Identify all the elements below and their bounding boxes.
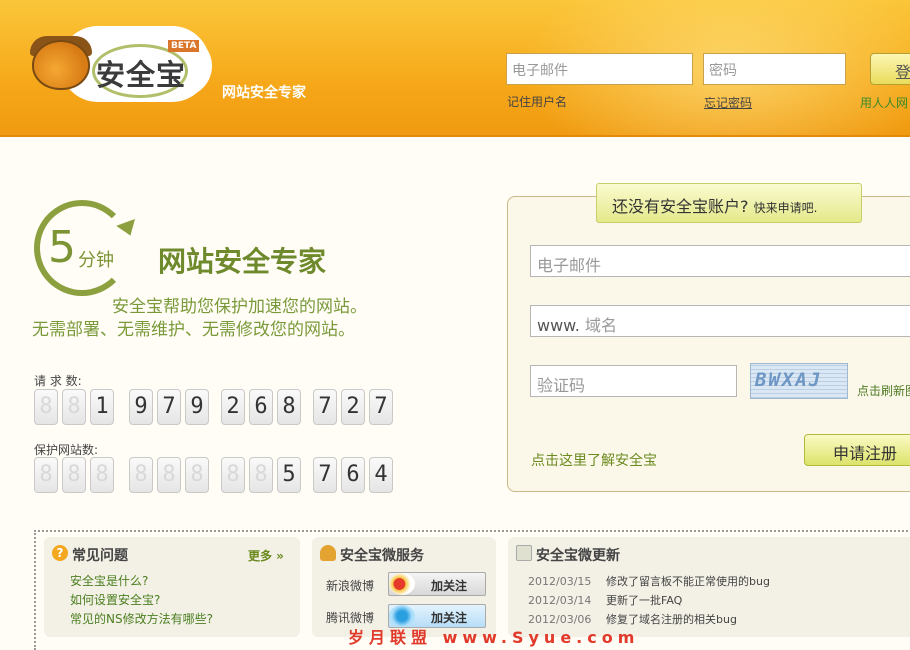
remember-label: 记住用户名 xyxy=(507,95,568,109)
register-email-input[interactable]: 电子邮件 xyxy=(530,245,910,277)
sina-weibo-label: 新浪微博 xyxy=(326,579,375,593)
sites-digit: 6 xyxy=(341,457,365,493)
sites-digit: 8 xyxy=(90,457,114,493)
sites-digit: 7 xyxy=(313,457,337,493)
sites-digit: 5 xyxy=(277,457,301,493)
question-icon: ? xyxy=(52,545,68,561)
faq-more-link[interactable]: 更多 » xyxy=(248,547,284,564)
sites-digit: 4 xyxy=(369,457,393,493)
hero-line-1: 安全宝帮助您保护加速您的网站。 xyxy=(112,297,367,317)
requests-digit: 2 xyxy=(221,389,245,425)
updates-box: 安全宝微更新 2012/03/15 修改了留言板不能正常使用的bug 2012/0… xyxy=(508,537,910,637)
follow-label: 加关注 xyxy=(431,579,468,593)
faq-item[interactable]: 如何设置安全宝? xyxy=(70,591,160,608)
refresh-captcha-link[interactable]: 点击刷新图 xyxy=(857,382,910,399)
faq-title: 常见问题 xyxy=(72,548,128,564)
header: 安全宝 BETA 网站安全专家 电子邮件 密码 登 记住用户名 忘记密码 用人人… xyxy=(0,0,910,137)
requests-digit: 8 xyxy=(34,389,58,425)
hero-title: 网站安全专家 xyxy=(158,245,327,278)
requests-label: 请 求 数: xyxy=(34,374,82,388)
login-email-input[interactable]: 电子邮件 xyxy=(506,53,693,85)
sites-label: 保护网站数: xyxy=(34,443,99,457)
remember-username[interactable]: 记住用户名 xyxy=(507,93,567,110)
requests-digit: 7 xyxy=(369,389,393,425)
renren-login-link[interactable]: 用人人网 xyxy=(860,94,908,111)
login-button[interactable]: 登 xyxy=(870,53,910,85)
forgot-password-link[interactable]: 忘记密码 xyxy=(704,94,752,111)
weibo-box: 安全宝微服务 新浪微博 加关注 腾讯微博 加关注 xyxy=(312,537,496,637)
register-banner-small: 快来申请吧. xyxy=(753,201,818,215)
sites-digit: 8 xyxy=(129,457,153,493)
sina-weibo-icon xyxy=(389,573,415,595)
register-banner: 还没有安全宝账户? 快来申请吧. xyxy=(596,183,862,223)
captcha-input[interactable]: 验证码 xyxy=(530,365,737,397)
sites-digit: 8 xyxy=(157,457,181,493)
requests-digit: 7 xyxy=(157,389,181,425)
update-date: 2012/03/14 xyxy=(528,594,592,607)
domain-placeholder: 域名 xyxy=(584,316,617,335)
faq-item[interactable]: 安全宝是什么? xyxy=(70,572,148,589)
requests-digit: 6 xyxy=(249,389,273,425)
updates-title: 安全宝微更新 xyxy=(536,548,620,564)
requests-digit: 9 xyxy=(185,389,209,425)
update-row[interactable]: 2012/03/14 更新了一批FAQ xyxy=(528,592,682,608)
learn-more-link[interactable]: 点击这里了解安全宝 xyxy=(531,450,657,470)
update-date: 2012/03/15 xyxy=(528,575,592,588)
five-minute-number: 5 xyxy=(48,222,76,273)
sites-digit: 8 xyxy=(62,457,86,493)
sites-digit: 8 xyxy=(34,457,58,493)
sina-follow-button[interactable]: 加关注 xyxy=(388,572,486,596)
update-row[interactable]: 2012/03/15 修改了留言板不能正常使用的bug xyxy=(528,573,770,589)
acorn-icon xyxy=(32,40,90,90)
domain-prefix: www. xyxy=(537,316,580,335)
sites-digit: 8 xyxy=(221,457,245,493)
follow-label: 加关注 xyxy=(431,611,468,625)
register-submit-button[interactable]: 申请注册 xyxy=(804,434,910,466)
five-minute-unit: 分钟 xyxy=(78,250,114,271)
hero-line-2: 无需部署、无需维护、无需修改您的网站。 xyxy=(32,320,355,340)
sites-digit: 8 xyxy=(185,457,209,493)
register-domain-input[interactable]: www. 域名 xyxy=(530,305,910,337)
beta-badge: BETA xyxy=(168,40,200,52)
requests-digit: 8 xyxy=(62,389,86,425)
logo-text[interactable]: 安全宝 xyxy=(96,52,186,94)
watermark: 岁月联盟 www.Syue.com xyxy=(348,628,640,647)
requests-digit: 2 xyxy=(341,389,365,425)
register-banner-text: 还没有安全宝账户? xyxy=(612,197,749,216)
news-icon xyxy=(516,545,532,561)
update-text: 更新了一批FAQ xyxy=(606,594,683,607)
faq-item[interactable]: 常见的NS修改方法有哪些? xyxy=(70,610,213,627)
sites-digit: 8 xyxy=(249,457,273,493)
user-icon xyxy=(320,545,336,561)
weibo-title: 安全宝微服务 xyxy=(340,548,424,564)
requests-digit: 1 xyxy=(90,389,114,425)
captcha-image[interactable]: BWXAJ xyxy=(750,363,848,399)
faq-box: ? 常见问题 更多 » 安全宝是什么? 如何设置安全宝? 常见的NS修改方法有哪… xyxy=(44,537,300,637)
requests-digit: 8 xyxy=(277,389,301,425)
update-text: 修改了留言板不能正常使用的bug xyxy=(606,575,770,588)
requests-digit: 9 xyxy=(129,389,153,425)
requests-digit: 7 xyxy=(313,389,337,425)
header-tagline: 网站安全专家 xyxy=(222,85,306,101)
login-password-input[interactable]: 密码 xyxy=(703,53,846,85)
